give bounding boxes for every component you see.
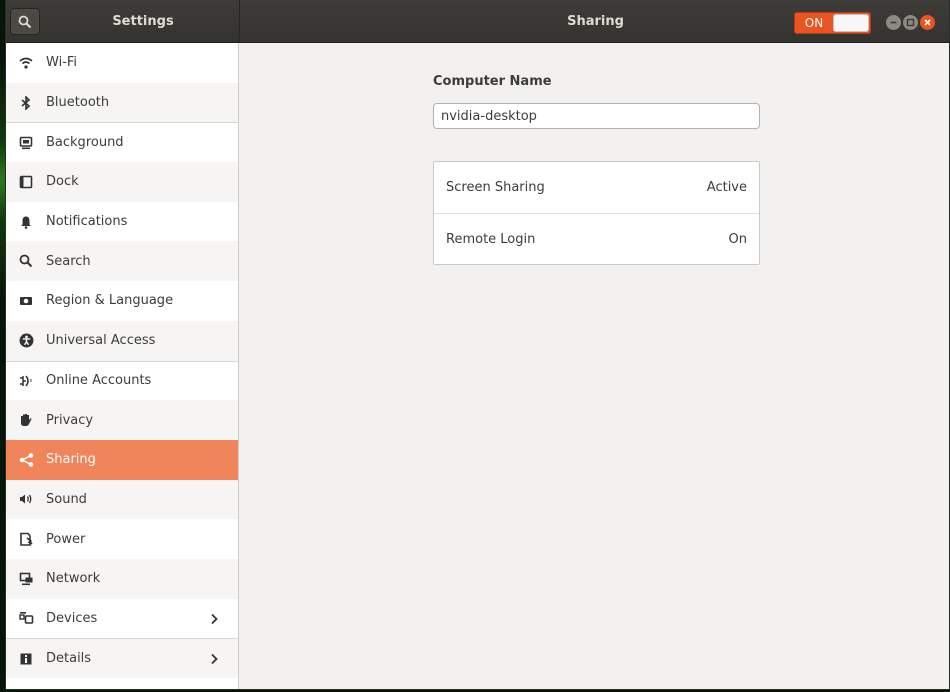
- sharing-services-list: Screen Sharing Active Remote Login On: [433, 161, 760, 265]
- sidebar-item-background[interactable]: Background: [6, 122, 238, 162]
- service-name: Screen Sharing: [446, 180, 545, 195]
- sidebar-item-label: Notifications: [46, 214, 128, 230]
- close-icon: [924, 19, 931, 26]
- sidebar-item-label: Devices: [46, 610, 98, 626]
- sidebar-item-label: Dock: [46, 174, 79, 190]
- sidebar-item-wifi[interactable]: Wi-Fi: [6, 43, 238, 83]
- hand-icon: [18, 412, 34, 428]
- network-icon: [18, 571, 34, 587]
- sidebar-item-notifications[interactable]: Notifications: [6, 202, 238, 242]
- switch-knob: [833, 14, 869, 32]
- window-controls: [886, 15, 935, 31]
- devices-icon: [18, 610, 34, 626]
- sidebar-item-sound[interactable]: Sound: [6, 479, 238, 520]
- sidebar-item-label: Universal Access: [46, 333, 156, 349]
- sidebar-item-details[interactable]: Details: [6, 638, 238, 678]
- maximize-button[interactable]: [903, 15, 918, 30]
- sidebar-item-online-accounts[interactable]: s Online Accounts: [6, 360, 238, 401]
- search-button[interactable]: [10, 8, 40, 35]
- background-icon: [18, 135, 34, 151]
- online-accounts-icon: s: [18, 373, 34, 389]
- search-icon: [18, 253, 34, 269]
- sharing-master-switch[interactable]: ON: [794, 12, 871, 34]
- sidebar-item-privacy[interactable]: Privacy: [6, 400, 238, 440]
- dock-icon: [18, 174, 34, 190]
- sidebar-item-label: Online Accounts: [46, 373, 152, 389]
- svg-text:s: s: [29, 378, 32, 384]
- service-status: Active: [706, 180, 747, 195]
- sharing-panel: Computer Name Screen Sharing Active Remo…: [240, 43, 949, 689]
- sidebar-item-label: Privacy: [46, 412, 94, 428]
- sidebar-item-region-language[interactable]: Region & Language: [6, 281, 238, 321]
- sidebar-item-network[interactable]: Network: [6, 558, 238, 599]
- computer-name-input[interactable]: [433, 103, 760, 129]
- bluetooth-icon: [18, 95, 34, 111]
- chevron-right-icon: [206, 611, 222, 627]
- close-button[interactable]: [920, 15, 935, 30]
- sidebar-item-label: Details: [46, 651, 92, 667]
- minimize-button[interactable]: [886, 15, 901, 30]
- wifi-icon: [18, 55, 34, 71]
- service-name: Remote Login: [446, 231, 536, 247]
- sidebar-item-dock[interactable]: Dock: [6, 162, 238, 202]
- header-bar: Settings Sharing ON: [6, 0, 949, 43]
- sidebar-item-label: Power: [46, 531, 86, 547]
- computer-name-label: Computer Name: [433, 74, 552, 89]
- sidebar-item-search[interactable]: Search: [6, 241, 238, 282]
- sidebar-item-label: Background: [46, 135, 124, 151]
- minimize-icon: [890, 21, 897, 24]
- sidebar-item-label: Region & Language: [46, 293, 174, 309]
- sidebar-item-sharing[interactable]: Sharing: [6, 439, 238, 480]
- sidebar-item-label: Sharing: [46, 452, 96, 468]
- power-icon: [18, 531, 34, 547]
- speaker-icon: [18, 491, 34, 507]
- share-icon: [18, 452, 34, 468]
- sidebar-item-label: Sound: [46, 491, 87, 507]
- sidebar-item-label: Search: [46, 253, 91, 269]
- bell-icon: [18, 214, 34, 230]
- app-title: Settings: [112, 14, 174, 29]
- list-item-remote-login[interactable]: Remote Login On: [434, 213, 759, 264]
- settings-window: Settings Sharing ON Wi-Fi Bluetooth Back…: [5, 0, 950, 690]
- sidebar-item-bluetooth[interactable]: Bluetooth: [6, 82, 238, 123]
- sidebar-item-universal-access[interactable]: Universal Access: [6, 320, 238, 361]
- switch-label: ON: [804, 16, 824, 30]
- sidebar-item-label: Bluetooth: [46, 95, 110, 111]
- list-item-screen-sharing[interactable]: Screen Sharing Active: [434, 162, 759, 213]
- sidebar-item-label: Network: [46, 571, 101, 587]
- sidebar-item-power[interactable]: Power: [6, 519, 238, 559]
- maximize-icon: [906, 18, 915, 27]
- settings-sidebar: Wi-Fi Bluetooth Background Dock Notifica: [6, 43, 239, 689]
- search-icon: [18, 15, 32, 28]
- sidebar-item-devices[interactable]: Devices: [6, 599, 238, 639]
- info-icon: [18, 651, 34, 667]
- accessibility-icon: [18, 333, 34, 349]
- chevron-right-icon: [206, 651, 222, 667]
- sidebar-item-label: Wi-Fi: [46, 55, 78, 71]
- service-status: On: [728, 231, 747, 247]
- region-icon: [18, 293, 34, 309]
